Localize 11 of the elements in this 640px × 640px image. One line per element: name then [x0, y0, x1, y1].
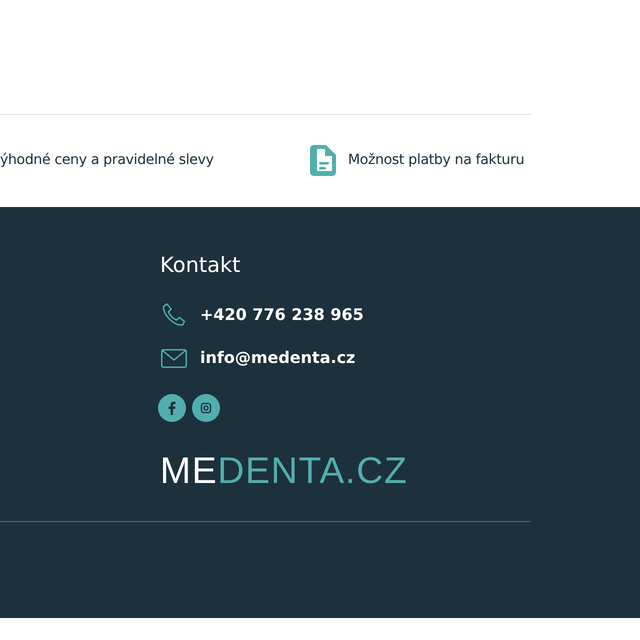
document-icon — [310, 144, 336, 176]
phone-icon — [161, 302, 187, 328]
email-link[interactable]: info@medenta.cz — [200, 346, 356, 370]
instagram-icon[interactable] — [192, 394, 220, 422]
logo: MEDENTA.CZ — [160, 452, 409, 489]
mail-icon — [161, 348, 187, 368]
feature-text: Možnost platby na fakturu — [348, 150, 524, 170]
section-heading: Kontakt — [160, 255, 242, 276]
feature-text: ýhodné ceny a pravidelné slevy — [0, 150, 214, 170]
phone-link[interactable]: +420 776 238 965 — [200, 303, 364, 327]
facebook-icon[interactable] — [158, 394, 186, 422]
